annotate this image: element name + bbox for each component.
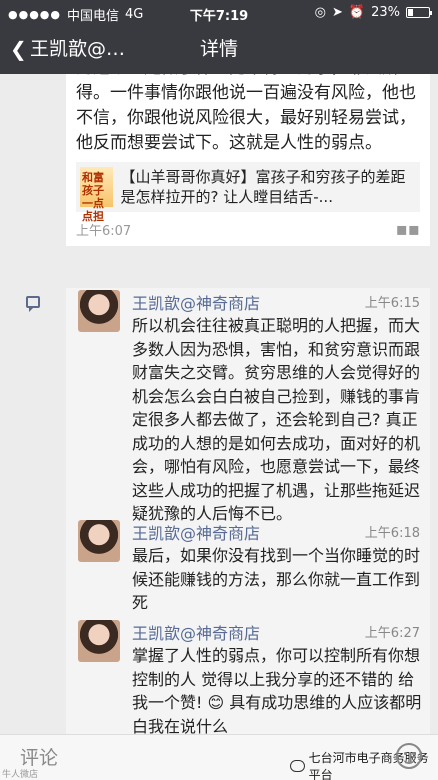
link-thumbnail: 和富孩子一点点担 xyxy=(80,167,113,223)
battery-level xyxy=(408,9,413,16)
comment-item: 王凯歆@神奇商店 上午6:15 所以机会往往被真正聪明的人把握，而大多数人因为恐… xyxy=(66,288,430,523)
post-card: 的这个人是做了什么见不得人的事，非法所得。一件事情你跟他说一百遍没有风险，他也不… xyxy=(66,74,430,246)
avatar[interactable] xyxy=(78,620,120,662)
comment-list: 王凯歆@神奇商店 上午6:15 所以机会往往被真正聪明的人把握，而大多数人因为恐… xyxy=(66,288,430,734)
comment-time: 上午6:18 xyxy=(364,526,420,541)
nav-bar: ❮ 王凯歆@… 详情 xyxy=(0,26,438,74)
link-title: 【山羊哥哥你真好】富孩子和穷孩子的差距是怎样拉开的? 让人瞠目结舌-... xyxy=(120,168,406,206)
wechat-icon xyxy=(290,760,305,772)
post-time: 上午6:07 xyxy=(76,223,132,239)
commenter-name[interactable]: 王凯歆@神奇商店 xyxy=(132,290,260,314)
post-text: 的这个人是做了什么见不得人的事，非法所得。一件事情你跟他说一百遍没有风险，他也不… xyxy=(76,74,416,153)
comment-text: 最后，如果你没有找到一个当你睡觉的时候还能赚钱的方法，那么你就一直工作到死 xyxy=(132,546,421,612)
comment-time: 上午6:27 xyxy=(364,626,420,641)
comment-input[interactable]: 评论 xyxy=(20,743,58,770)
status-bar: ●●●●● 中国电信 4G 下午7:19 ◎ ➤ ⏰ 23% xyxy=(0,0,438,26)
avatar[interactable] xyxy=(78,520,120,562)
corner-logo: 牛人微店 xyxy=(2,770,39,780)
alarm-icon: ⏰ xyxy=(348,5,366,20)
lock-rotation-icon: ◎ xyxy=(314,5,326,20)
emoji-icon[interactable] xyxy=(396,743,422,769)
detail-content[interactable]: 的这个人是做了什么见不得人的事，非法所得。一件事情你跟他说一百遍没有风险，他也不… xyxy=(0,74,438,734)
comment-item: 王凯歆@神奇商店 上午6:27 掌握了人性的弱点，你可以控制所有你想控制的人 觉… xyxy=(66,618,430,734)
comment-text: 掌握了人性的弱点，你可以控制所有你想控制的人 觉得以上我分享的还不错的 给我一个… xyxy=(132,646,422,734)
bottom-bar: 评论 牛人微店 七台河市电子商务服务平台 xyxy=(0,734,438,780)
more-options-icon[interactable]: ▪▪ xyxy=(396,219,420,240)
battery-icon xyxy=(406,7,432,18)
avatar[interactable] xyxy=(78,290,120,332)
shared-link-card[interactable]: 和富孩子一点点担 【山羊哥哥你真好】富孩子和穷孩子的差距是怎样拉开的? 让人瞠目… xyxy=(76,162,420,223)
location-icon: ➤ xyxy=(332,5,343,20)
page-title: 详情 xyxy=(199,38,238,60)
comment-time: 上午6:15 xyxy=(364,296,420,311)
comment-item: 王凯歆@神奇商店 上午6:18 最后，如果你没有找到一个当你睡觉的时候还能赚钱的… xyxy=(66,518,430,618)
comment-bubble-icon xyxy=(26,296,40,312)
commenter-name[interactable]: 王凯歆@神奇商店 xyxy=(132,520,260,544)
comment-text: 所以机会往往被真正聪明的人把握，而大多数人因为恐惧，害怕，和贫穷意识而跟财富失之… xyxy=(132,316,421,523)
battery-percent: 23% xyxy=(371,5,400,20)
commenter-name[interactable]: 王凯歆@神奇商店 xyxy=(132,620,260,644)
